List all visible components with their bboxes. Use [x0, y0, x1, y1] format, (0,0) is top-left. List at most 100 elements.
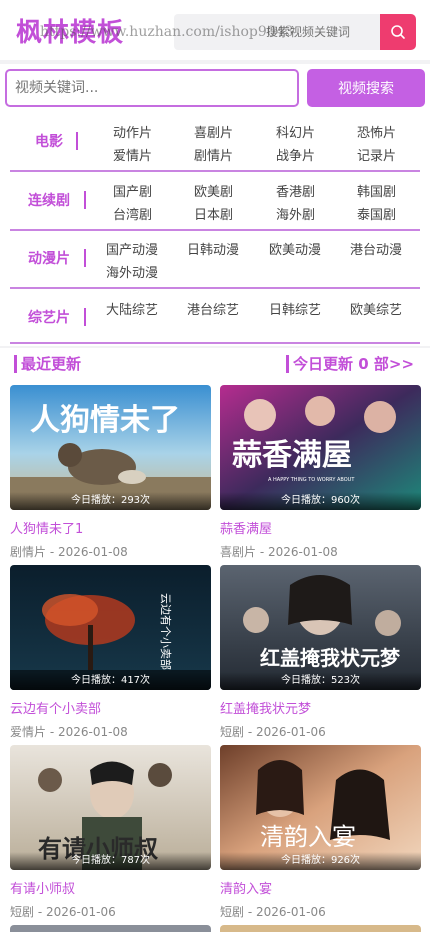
today-count: 0: [358, 355, 369, 373]
video-meta: 短剧 - 2026-01-06: [10, 905, 116, 919]
category-row-movie: 电影 动作片 喜剧片 科幻片 恐怖片 爱情片 剧情片 战争片 记录片: [10, 114, 420, 172]
category-divider: [84, 308, 86, 326]
today-suffix: 部>>: [373, 355, 415, 373]
category-item[interactable]: 日韩动漫: [187, 239, 239, 258]
category-item[interactable]: 港台动漫: [350, 239, 402, 258]
video-poster[interactable]: 人狗情未了 今日播放：293次: [10, 385, 211, 510]
category-item[interactable]: 剧情片: [194, 145, 233, 164]
search-icon: [391, 25, 405, 39]
video-meta: 短剧 - 2026-01-06: [220, 905, 326, 919]
category-item[interactable]: 日本剧: [194, 204, 233, 223]
category-item[interactable]: 海外动漫: [106, 262, 158, 281]
today-updates-link[interactable]: 今日更新 0 部>>: [286, 355, 414, 373]
video-genre: 短剧: [10, 905, 35, 919]
video-card[interactable]: 蒜香满屋 A HAPPY THING TO WORRY ABOUT 今日播放：9…: [220, 385, 421, 560]
category-item[interactable]: 韩国剧: [357, 181, 396, 200]
play-count: 今日播放：787次: [10, 852, 211, 870]
video-date: 2026-01-08: [57, 545, 128, 559]
top-search-box: [174, 14, 380, 50]
video-card[interactable]: 清韵入宴 今日播放：926次 清韵入宴 短剧 - 2026-01-06: [220, 745, 421, 920]
video-poster[interactable]: 蒜香满屋 A HAPPY THING TO WORRY ABOUT 今日播放：9…: [220, 385, 421, 510]
video-card[interactable]: 云边有个小卖部 今日播放：417次 云边有个小卖部 爱情片 - 2026-01-…: [10, 565, 211, 740]
video-poster[interactable]: 清韵入宴 今日播放：926次: [220, 745, 421, 870]
video-search-input[interactable]: [5, 69, 299, 107]
video-title[interactable]: 清韵入宴: [220, 878, 421, 897]
video-card[interactable]: 红盖掩我状元梦 今日播放：523次 红盖掩我状元梦 短剧 - 2026-01-0…: [220, 565, 421, 740]
category-item[interactable]: 欧美综艺: [350, 299, 402, 318]
video-title[interactable]: 云边有个小卖部: [10, 698, 211, 717]
category-divider: [84, 191, 86, 209]
video-card-partial: [10, 925, 211, 932]
video-title[interactable]: 蒜香满屋: [220, 518, 421, 537]
video-title[interactable]: 人狗情未了1: [10, 518, 211, 537]
category-item[interactable]: 日韩综艺: [269, 299, 321, 318]
video-genre: 爱情片: [10, 725, 47, 739]
video-title[interactable]: 有请小师叔: [10, 878, 211, 897]
category-item[interactable]: 泰国剧: [357, 204, 396, 223]
category-row-variety: 综艺片 大陆综艺 港台综艺 日韩综艺 欧美综艺: [10, 289, 420, 344]
play-count: 今日播放：417次: [10, 672, 211, 690]
video-date: 2026-01-06: [255, 725, 326, 739]
header: 枫林模板 https://www.huzhan.com/ishop9043: [0, 0, 430, 60]
video-meta: 爱情片 - 2026-01-08: [10, 725, 128, 739]
category-item[interactable]: 爱情片: [113, 145, 152, 164]
today-prefix: 今日更新: [293, 355, 354, 373]
video-date: 2026-01-08: [267, 545, 338, 559]
video-date: 2026-01-08: [57, 725, 128, 739]
category-row-anime: 动漫片 国产动漫 日韩动漫 欧美动漫 港台动漫 海外动漫: [10, 231, 420, 289]
category-item[interactable]: 海外剧: [276, 204, 315, 223]
site-logo[interactable]: 枫林模板: [16, 12, 124, 49]
video-poster[interactable]: 云边有个小卖部 今日播放：417次: [10, 565, 211, 690]
top-search-input[interactable]: [174, 14, 380, 50]
category-item[interactable]: 国产剧: [113, 181, 152, 200]
video-poster[interactable]: 有请小师叔 今日播放：787次: [10, 745, 211, 870]
category-item[interactable]: 欧美剧: [194, 181, 233, 200]
category-item[interactable]: 香港剧: [276, 181, 315, 200]
video-meta: 剧情片 - 2026-01-08: [10, 545, 128, 559]
video-grid: 人狗情未了 今日播放：293次 人狗情未了1 剧情片 - 2026-01-08 …: [0, 380, 430, 932]
video-meta: 喜剧片 - 2026-01-08: [220, 545, 338, 559]
video-date: 2026-01-06: [45, 905, 116, 919]
poster-title-art: 红盖掩我状元梦: [260, 646, 401, 670]
category-label[interactable]: 综艺片: [10, 307, 88, 327]
play-count: 今日播放：960次: [220, 492, 421, 510]
play-count: 今日播放：523次: [220, 672, 421, 690]
category-item[interactable]: 台湾剧: [113, 204, 152, 223]
video-date: 2026-01-06: [255, 905, 326, 919]
search-bar: 视频搜索: [0, 64, 430, 114]
video-meta: 短剧 - 2026-01-06: [220, 725, 326, 739]
category-item[interactable]: 战争片: [276, 145, 315, 164]
category-item[interactable]: 喜剧片: [194, 122, 233, 141]
category-item[interactable]: 恐怖片: [357, 122, 396, 141]
category-item[interactable]: 欧美动漫: [269, 239, 321, 258]
category-item[interactable]: 动作片: [113, 122, 152, 141]
category-item[interactable]: 大陆综艺: [106, 299, 158, 318]
video-card[interactable]: 人狗情未了 今日播放：293次 人狗情未了1 剧情片 - 2026-01-08: [10, 385, 211, 560]
recent-updates-header: 最近更新 今日更新 0 部>>: [0, 348, 430, 380]
category-divider: [76, 132, 78, 150]
category-nav: 电影 动作片 喜剧片 科幻片 恐怖片 爱情片 剧情片 战争片 记录片 连续剧 国…: [0, 114, 430, 346]
video-poster[interactable]: 红盖掩我状元梦 今日播放：523次: [220, 565, 421, 690]
category-item[interactable]: 科幻片: [276, 122, 315, 141]
category-label[interactable]: 连续剧: [10, 190, 88, 210]
video-genre: 喜剧片: [220, 545, 257, 559]
category-item[interactable]: 国产动漫: [106, 239, 158, 258]
video-genre: 剧情片: [10, 545, 47, 559]
play-count: 今日播放：293次: [10, 492, 211, 510]
video-card[interactable]: 有请小师叔 今日播放：787次 有请小师叔 短剧 - 2026-01-06: [10, 745, 211, 920]
category-row-series: 连续剧 国产剧 欧美剧 香港剧 韩国剧 台湾剧 日本剧 海外剧 泰国剧: [10, 172, 420, 231]
top-search-button[interactable]: [380, 14, 416, 50]
category-divider: [84, 249, 86, 267]
video-search-button[interactable]: 视频搜索: [307, 69, 425, 107]
video-genre: 短剧: [220, 725, 245, 739]
category-item[interactable]: 记录片: [357, 145, 396, 164]
category-label[interactable]: 动漫片: [10, 248, 88, 268]
poster-title-art: 蒜香满屋: [232, 438, 352, 473]
poster-title-art: 清韵入宴: [260, 823, 356, 851]
video-title[interactable]: 红盖掩我状元梦: [220, 698, 421, 717]
poster-subtitle-art: A HAPPY THING TO WORRY ABOUT: [268, 477, 355, 483]
poster-title-art: 人狗情未了: [30, 403, 180, 438]
section-title: 最近更新: [14, 355, 81, 373]
category-item[interactable]: 港台综艺: [187, 299, 239, 318]
video-card-partial: [220, 925, 421, 932]
